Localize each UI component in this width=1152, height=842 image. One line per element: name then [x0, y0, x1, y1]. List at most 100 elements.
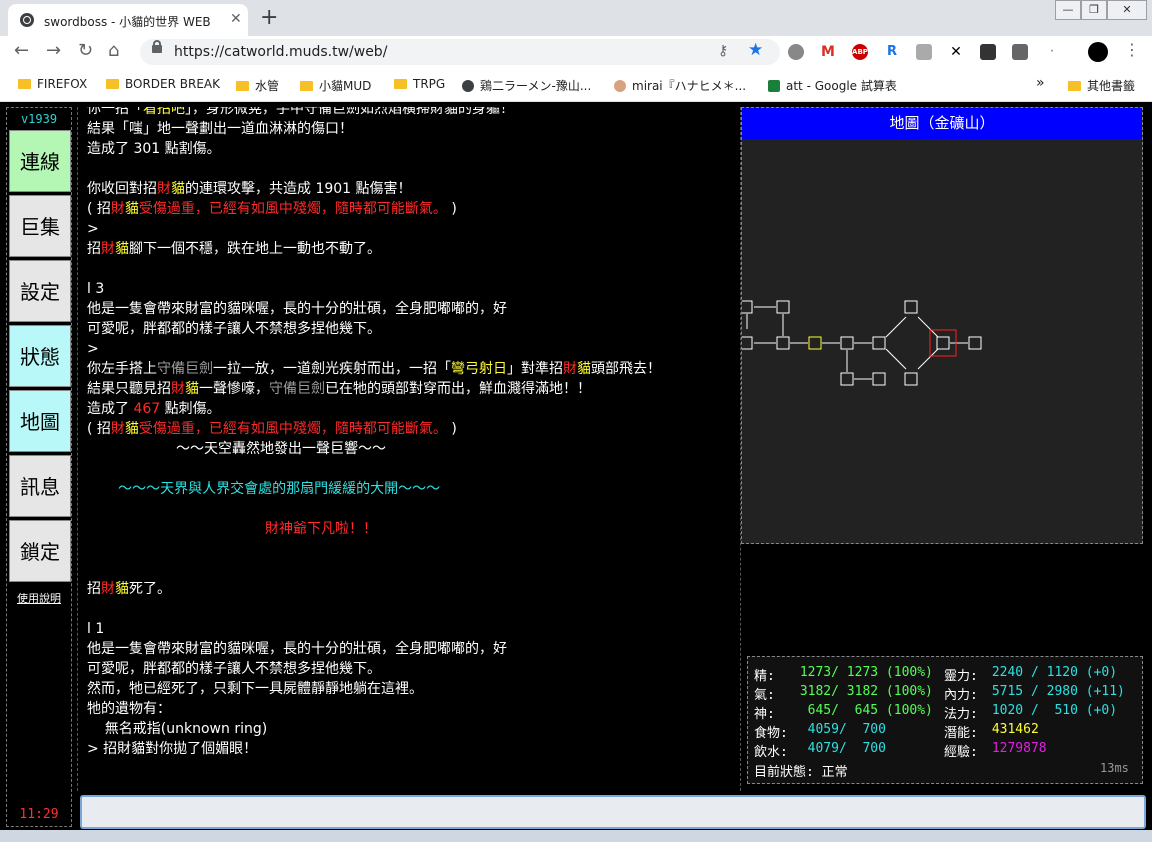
tab-title: swordboss - 小貓的世界 WEB — [44, 15, 211, 29]
stat-value: 645/ 645 (100%) — [792, 703, 933, 718]
key-icon[interactable]: ⚷ — [718, 43, 728, 59]
output-line: 你收回對招財貓的連環攻擊，共造成 1901 點傷害！ — [87, 179, 737, 199]
stat-label: 潛能: — [944, 726, 978, 741]
bookmark-item[interactable]: BORDER BREAK — [106, 77, 220, 91]
output-line: 結果「嗤」地一聲劃出一道血淋淋的傷口！ — [87, 119, 737, 139]
output-line: 財神爺下凡啦！！ — [87, 519, 737, 539]
browser-tab[interactable]: swordboss - 小貓的世界 WEB ✕ — [8, 4, 248, 36]
help-link[interactable]: 使用說明 — [7, 590, 71, 606]
map-room-current[interactable] — [936, 336, 950, 350]
map-room[interactable] — [742, 300, 753, 314]
window-close-button[interactable]: ✕ — [1107, 0, 1147, 20]
address-bar[interactable]: https://catworld.muds.tw/web/ ⚷ ★ — [140, 39, 780, 65]
map-button[interactable]: 地圖 — [9, 390, 71, 452]
status-button[interactable]: 狀態 — [9, 325, 71, 387]
bookmark-item[interactable]: 水管 — [236, 77, 279, 94]
bookmark-item[interactable]: 鶏二ラーメン-豫山... — [462, 77, 591, 94]
extension-box-icon[interactable] — [1012, 44, 1028, 60]
macro-button[interactable]: 巨集 — [9, 195, 71, 257]
bookmark-item[interactable]: 小貓MUD — [300, 77, 371, 94]
stat-label: 食物: — [754, 726, 788, 741]
bookmarks-overflow-icon[interactable]: » — [1036, 75, 1045, 91]
folder-icon — [300, 81, 313, 91]
map-room[interactable] — [904, 372, 918, 386]
map-room[interactable] — [872, 372, 886, 386]
map-room[interactable] — [968, 336, 982, 350]
extension-grid-icon[interactable] — [916, 44, 932, 60]
version-label: v1939 — [20, 112, 58, 126]
forward-arrow-icon[interactable]: → — [46, 40, 61, 61]
map-room[interactable] — [840, 372, 854, 386]
bookmark-item[interactable]: mirai『ハナヒメ＊... — [614, 77, 746, 94]
extension-tampermonkey-icon[interactable] — [980, 44, 996, 60]
bookmark-item[interactable]: att - Google 試算表 — [768, 77, 897, 94]
extension-misc-icon[interactable]: · — [1044, 44, 1060, 60]
output-segment: 467 — [133, 401, 161, 417]
output-segment: 貓 — [124, 201, 139, 217]
status-panel: 目前狀態: 正常 13ms 精: 1273/ 1273 (100%) 靈力: 22… — [747, 656, 1143, 784]
menu-dots-icon[interactable]: ⋮ — [1124, 40, 1140, 59]
new-tab-button[interactable]: + — [260, 5, 278, 30]
output-segment: 財 — [563, 361, 577, 377]
map-link — [885, 348, 907, 370]
close-tab-icon[interactable]: ✕ — [230, 11, 242, 27]
map-room[interactable] — [776, 336, 790, 350]
output-line: 可愛呢，胖都都的樣子讓人不禁想多捏他幾下。 — [87, 659, 737, 679]
output-segment: 看招吧 — [143, 107, 185, 117]
bookmark-item[interactable]: TRPG — [394, 77, 445, 91]
reload-icon[interactable]: ↻ — [78, 40, 93, 61]
stat-label: 法力: — [944, 707, 978, 722]
map-room-highlight[interactable] — [808, 336, 822, 350]
stat-value: 5715 / 2980 (+11) — [984, 684, 1125, 699]
map-room[interactable] — [904, 300, 918, 314]
output-segment: 」，身形微晃，手中守備巨劍如烈焰橫掃財貓的身軀！ — [185, 107, 514, 117]
messages-button[interactable]: 訊息 — [9, 455, 71, 517]
output-line: > — [87, 339, 737, 359]
bookmark-item[interactable]: FIREFOX — [18, 77, 87, 91]
home-icon[interactable]: ⌂ — [108, 40, 119, 61]
stat-value: 1279878 — [984, 741, 1047, 756]
minimize-button[interactable]: — — [1055, 0, 1081, 20]
extension-x-icon[interactable]: ✕ — [948, 44, 964, 60]
map-room[interactable] — [776, 300, 790, 314]
map-room[interactable] — [840, 336, 854, 350]
map-room[interactable] — [872, 336, 886, 350]
output-segment: 然而，牠已經死了，只剩下一具屍體靜靜地躺在這裡。 — [87, 681, 423, 697]
map-room[interactable] — [742, 336, 753, 350]
output-segment: l 1 — [87, 621, 105, 637]
url-text[interactable]: https://catworld.muds.tw/web/ — [174, 44, 387, 60]
other-bookmarks[interactable]: 其他書籤 — [1068, 77, 1135, 94]
output-line: 牠的遺物有： — [87, 699, 737, 719]
clock: 11:29 — [19, 807, 59, 822]
output-segment: ～～天空轟然地發出一聲巨響～～ — [87, 441, 387, 457]
output-line: 招財貓死了。 — [87, 579, 737, 599]
connect-button[interactable]: 連線 — [9, 130, 71, 192]
output-segment: 你一招「 — [87, 107, 143, 117]
output-segment: 財 — [101, 581, 115, 597]
extension-rx-icon[interactable]: R — [884, 44, 900, 60]
settings-button[interactable]: 設定 — [9, 260, 71, 322]
profile-avatar[interactable] — [1088, 42, 1108, 62]
avatar-icon — [614, 80, 626, 92]
restore-button[interactable]: ❐ — [1081, 0, 1107, 20]
output-segment: 貓 — [115, 581, 129, 597]
back-arrow-icon[interactable]: ← — [14, 40, 29, 61]
output-segment: 財 — [171, 381, 185, 397]
output-line: l 3 — [87, 279, 737, 299]
output-segment: 你左手搭上 — [87, 361, 157, 377]
bookmark-star-icon[interactable]: ★ — [748, 40, 763, 60]
game-output[interactable]: 你一招「看招吧」，身形微晃，手中守備巨劍如烈焰橫掃財貓的身軀！ 結果「嗤」地一聲劃… — [77, 107, 741, 791]
output-segment: 」對準招 — [507, 361, 563, 377]
extension-chat-icon[interactable] — [788, 44, 804, 60]
adblock-icon[interactable]: ABP — [852, 44, 868, 60]
lock-button[interactable]: 鎖定 — [9, 520, 71, 582]
output-segment: 頭部飛去！ — [591, 361, 661, 377]
sidebar: v1939 連線 巨集 設定 狀態 地圖 訊息 鎖定 使用說明 11:29 — [6, 107, 72, 827]
gmail-icon[interactable]: M — [820, 44, 836, 60]
output-segment: > 招財貓對你拋了個媚眼！ — [87, 741, 258, 757]
output-line: l 1 — [87, 619, 737, 639]
command-input[interactable] — [80, 795, 1146, 829]
